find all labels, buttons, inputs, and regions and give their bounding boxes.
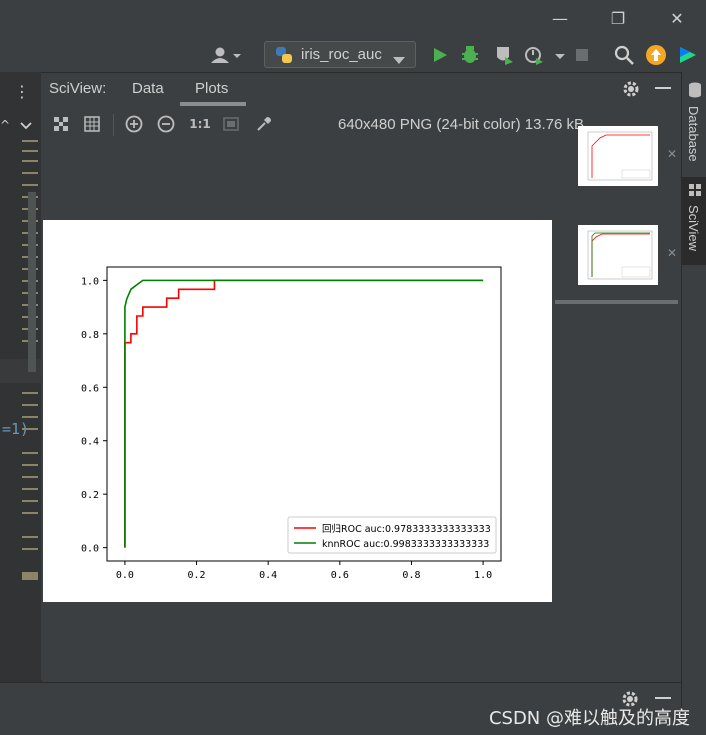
right-tool-strip: Database SciView xyxy=(681,72,706,715)
y-tick-label: 0.0 xyxy=(81,544,99,555)
minimize-button[interactable]: — xyxy=(548,8,572,30)
tab-sciview-label: SciView xyxy=(686,205,701,252)
database-icon xyxy=(688,82,702,101)
window-title-bar: — ❐ ✕ xyxy=(0,0,706,38)
search-icon[interactable] xyxy=(612,43,636,67)
jetbrains-toolbox-icon[interactable] xyxy=(676,43,700,67)
thumbnail-scrollbar[interactable] xyxy=(555,300,678,304)
scrollbar-thumb[interactable] xyxy=(28,192,36,372)
x-tick-label: 0.6 xyxy=(331,570,349,581)
x-tick-label: 0.0 xyxy=(116,570,134,581)
close-thumbnail-1-icon[interactable]: ✕ xyxy=(667,147,677,161)
x-tick-label: 0.4 xyxy=(259,570,277,581)
y-tick-label: 0.4 xyxy=(81,437,99,448)
watermark: CSDN @难以触及的高度 xyxy=(488,708,690,729)
legend-label-2: knnROC auc:0.9983333333333333 xyxy=(322,539,489,550)
run-configuration-select[interactable]: iris_roc_auc xyxy=(264,41,416,68)
user-account-icon[interactable] xyxy=(206,44,246,66)
grid-icon[interactable] xyxy=(82,114,102,134)
bottom-hide-panel-icon[interactable] xyxy=(655,697,671,699)
debug-icon[interactable] xyxy=(458,43,482,67)
update-icon[interactable] xyxy=(644,43,668,67)
settings-gear-icon[interactable] xyxy=(621,79,641,103)
chevron-down-icon xyxy=(393,50,405,69)
maximize-button[interactable]: ❐ xyxy=(606,8,630,30)
plot-thumbnail-1[interactable] xyxy=(578,126,658,186)
background-toggle-icon[interactable] xyxy=(221,114,241,134)
close-button[interactable]: ✕ xyxy=(665,8,689,30)
x-tick-label: 0.8 xyxy=(402,570,420,581)
y-tick-label: 0.8 xyxy=(81,330,99,341)
chevron-down-icon[interactable] xyxy=(20,116,32,135)
hide-panel-icon[interactable] xyxy=(655,87,671,89)
profile-icon[interactable] xyxy=(522,43,546,67)
roc-chart: 0.0 0.2 0.4 0.6 0.8 1.0 0.0 0.2 0.4 0.6 0.8 1.0 回归RO… xyxy=(43,220,552,602)
y-tick-label: 0.6 xyxy=(81,383,99,394)
sciview-header: SciView: Data Plots xyxy=(41,73,681,106)
image-info: 640x480 PNG (24-bit color) 13.76 kB xyxy=(338,116,584,133)
sciview-title: SciView: xyxy=(49,80,107,97)
run-configuration-label: iris_roc_auc xyxy=(301,46,382,63)
fit-to-window-icon[interactable] xyxy=(51,114,71,134)
y-tick-label: 1.0 xyxy=(81,276,99,287)
run-icon[interactable] xyxy=(428,43,452,67)
more-run-options-icon[interactable] xyxy=(548,43,572,67)
tab-sciview[interactable]: SciView xyxy=(682,177,706,265)
python-icon xyxy=(274,45,294,69)
coverage-icon[interactable] xyxy=(492,43,516,67)
roc-chart-svg: 0.0 0.2 0.4 0.6 0.8 1.0 0.0 0.2 0.4 0.6 0.8 1.0 回归RO… xyxy=(81,266,502,581)
series-line-1 xyxy=(124,279,484,548)
chevron-up-icon[interactable]: ^ xyxy=(0,118,10,132)
color-picker-icon[interactable] xyxy=(254,114,274,134)
tab-data[interactable]: Data xyxy=(132,80,164,97)
x-tick-label: 1.0 xyxy=(474,570,492,581)
x-tick-label: 0.2 xyxy=(188,570,206,581)
zoom-in-icon[interactable] xyxy=(124,114,144,134)
y-tick-label: 0.2 xyxy=(81,490,99,501)
tab-database-label: Database xyxy=(686,106,701,162)
plot-thumbnail-2[interactable] xyxy=(578,225,658,285)
series-line-2 xyxy=(124,279,484,548)
stop-icon[interactable] xyxy=(570,43,594,67)
tab-plots[interactable]: Plots xyxy=(195,80,228,97)
legend-label-1: 回归ROC auc:0.9783333333333333 xyxy=(322,523,491,535)
sciview-icon xyxy=(688,183,702,200)
zoom-out-icon[interactable] xyxy=(156,114,176,134)
actual-size-button[interactable]: 1:1 xyxy=(188,114,212,134)
close-thumbnail-2-icon[interactable]: ✕ xyxy=(667,246,677,260)
tab-database[interactable]: Database xyxy=(682,76,706,176)
more-options-icon[interactable]: ⋮ xyxy=(14,82,30,101)
run-toolbar: iris_roc_auc xyxy=(0,38,706,73)
editor-gutter: ⋮ ^ =1) xyxy=(0,72,42,682)
